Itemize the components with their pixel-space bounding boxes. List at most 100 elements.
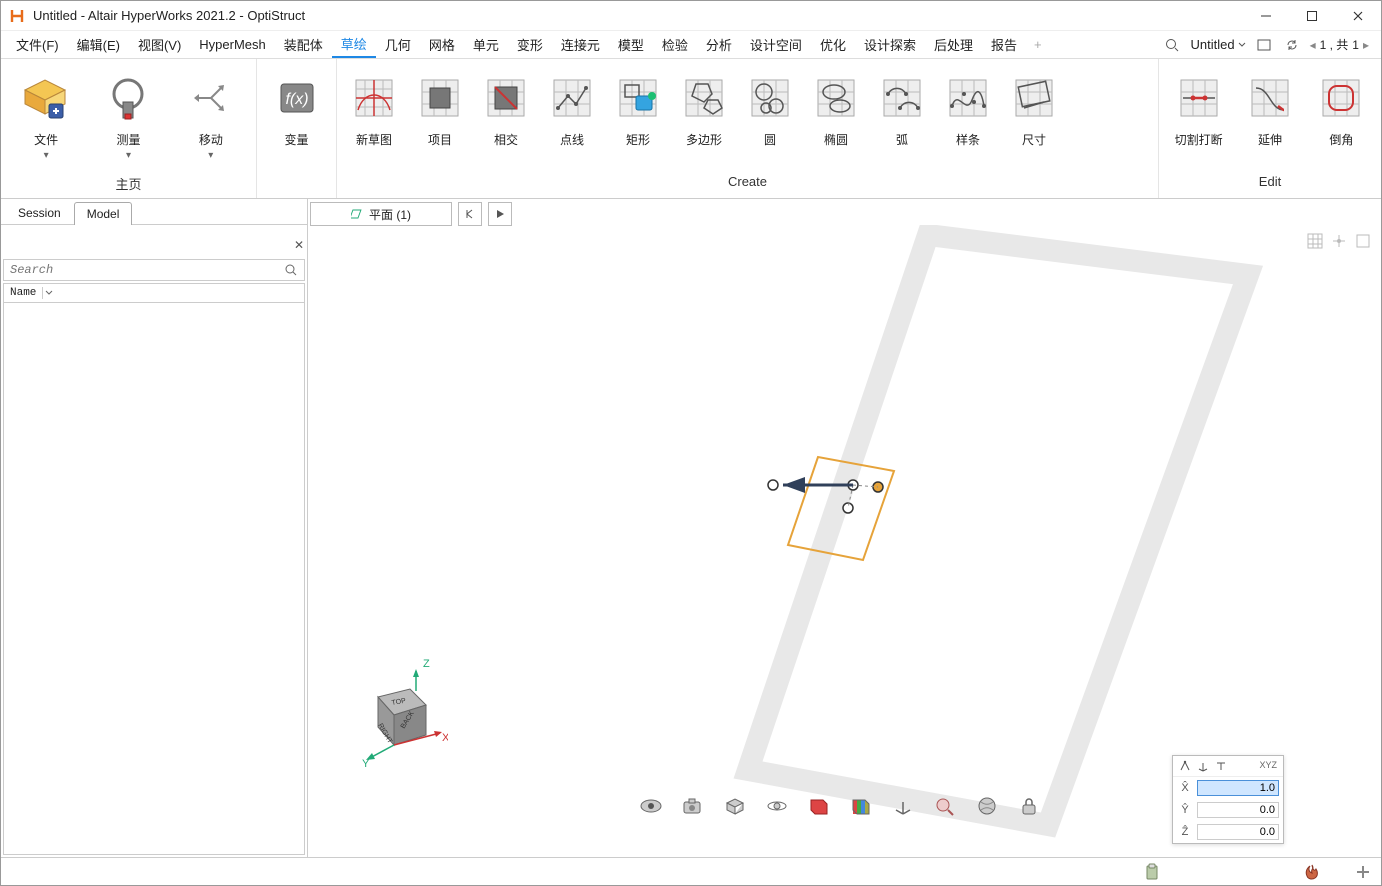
menu-view[interactable]: 视图(V) bbox=[129, 31, 190, 58]
menu-designspace[interactable]: 设计空间 bbox=[741, 31, 811, 58]
view-lock-icon[interactable] bbox=[1016, 793, 1042, 819]
chevron-down-icon bbox=[1238, 41, 1246, 49]
menu-edit[interactable]: 编辑(E) bbox=[68, 31, 129, 58]
app-window: Untitled - Altair HyperWorks 2021.2 - Op… bbox=[0, 0, 1382, 886]
menubar-tab-dropdown[interactable]: Untitled bbox=[1190, 37, 1245, 52]
close-button[interactable] bbox=[1335, 1, 1381, 30]
menu-hypermesh[interactable]: HyperMesh bbox=[190, 31, 274, 58]
ribbon-btn-fillet[interactable]: 倒角 bbox=[1306, 65, 1377, 148]
ribbon-section-home: 文件 ▾ 测量 ▾ 移动 ▾ 主页 bbox=[1, 59, 257, 198]
coord-z-input[interactable] bbox=[1197, 824, 1279, 840]
tab-model[interactable]: Model bbox=[74, 202, 133, 225]
coord-y-input[interactable] bbox=[1197, 802, 1279, 818]
view-camera-icon[interactable] bbox=[680, 793, 706, 819]
menu-post[interactable]: 后处理 bbox=[925, 31, 982, 58]
ribbon-btn-intersect[interactable]: 相交 bbox=[473, 65, 539, 148]
menubar: 文件(F) 编辑(E) 视图(V) HyperMesh 装配体 草绘 几何 网格… bbox=[1, 31, 1381, 59]
ribbon: 文件 ▾ 测量 ▾ 移动 ▾ 主页 f(x) bbox=[1, 59, 1381, 199]
menu-validate[interactable]: 检验 bbox=[653, 31, 697, 58]
tab-session[interactable]: Session bbox=[5, 201, 74, 224]
menu-add-icon[interactable]: + bbox=[1026, 31, 1050, 58]
ribbon-btn-project[interactable]: 项目 bbox=[407, 65, 473, 148]
ribbon-edit-label: Edit bbox=[1163, 174, 1377, 196]
chevron-down-icon[interactable] bbox=[45, 289, 53, 297]
viewport[interactable]: XYZ X̂ Ŷ Ẑ Z TOP RIGHT BACK X bbox=[308, 225, 1381, 857]
view-display-red-icon[interactable] bbox=[806, 793, 832, 819]
page-indicator: ◂ 1 , 共 1 ▸ bbox=[1310, 36, 1369, 53]
sync-icon[interactable] bbox=[1282, 35, 1302, 55]
page-next-icon[interactable]: ▸ bbox=[1363, 38, 1369, 52]
coord-popup: XYZ X̂ Ŷ Ẑ bbox=[1172, 755, 1284, 844]
menu-report[interactable]: 报告 bbox=[982, 31, 1026, 58]
minimize-button[interactable] bbox=[1243, 1, 1289, 30]
plane-icon bbox=[351, 207, 365, 221]
chevron-down-icon: ▾ bbox=[87, 150, 169, 161]
layout-single-icon[interactable] bbox=[1254, 35, 1274, 55]
prompt-play-button[interactable] bbox=[488, 202, 512, 226]
menubar-tab-label: Untitled bbox=[1190, 37, 1234, 52]
plane-mode-icon[interactable] bbox=[1215, 760, 1227, 772]
search-field[interactable] bbox=[3, 259, 305, 281]
ribbon-btn-variable[interactable]: f(x) 变量 bbox=[261, 65, 332, 148]
menu-sketch[interactable]: 草绘 bbox=[332, 31, 376, 58]
menu-morph[interactable]: 变形 bbox=[508, 31, 552, 58]
ribbon-btn-newsketch[interactable]: 新草图 bbox=[341, 65, 407, 148]
search-input[interactable] bbox=[4, 263, 284, 277]
menu-connectors[interactable]: 连接元 bbox=[552, 31, 609, 58]
view-axis-icon[interactable] bbox=[890, 793, 916, 819]
point-mode-icon[interactable] bbox=[1179, 760, 1191, 772]
chevron-down-icon: ▾ bbox=[5, 150, 87, 161]
menu-analyze[interactable]: 分析 bbox=[697, 31, 741, 58]
ribbon-btn-cutbreak[interactable]: 切割打断 bbox=[1163, 65, 1234, 148]
view-texture-icon[interactable] bbox=[974, 793, 1000, 819]
menu-optimize[interactable]: 优化 bbox=[811, 31, 855, 58]
tree-body[interactable] bbox=[3, 303, 305, 855]
ribbon-btn-measure[interactable]: 测量 ▾ bbox=[87, 65, 169, 161]
status-clipboard-icon[interactable] bbox=[1143, 863, 1161, 881]
ribbon-home-label: 主页 bbox=[5, 174, 252, 196]
view-box-icon[interactable] bbox=[722, 793, 748, 819]
prompt-close-icon[interactable]: ✕ bbox=[290, 238, 308, 252]
sketch-plane-graphic bbox=[308, 225, 1381, 845]
ribbon-btn-ellipse[interactable]: 椭圆 bbox=[803, 65, 869, 148]
ribbon-btn-extend[interactable]: 延伸 bbox=[1234, 65, 1305, 148]
menu-geometry[interactable]: 几何 bbox=[376, 31, 420, 58]
prompt-crumb[interactable]: 平面 (1) bbox=[310, 202, 452, 226]
ribbon-section-edit: 切割打断 延伸 倒角 Edit bbox=[1159, 59, 1381, 198]
page-prev-icon[interactable]: ◂ bbox=[1310, 38, 1316, 52]
status-add-icon[interactable] bbox=[1355, 864, 1371, 880]
view-eye-icon[interactable] bbox=[638, 793, 664, 819]
view-cube[interactable]: Z TOP RIGHT BACK X Y bbox=[348, 657, 448, 767]
tree-col-name[interactable]: Name bbox=[4, 287, 43, 299]
search-icon[interactable] bbox=[284, 263, 304, 277]
axis-mode-icon[interactable] bbox=[1197, 760, 1209, 772]
status-fire-icon[interactable] bbox=[1303, 863, 1321, 881]
view-display-rgb-icon[interactable] bbox=[848, 793, 874, 819]
ribbon-btn-pointline[interactable]: 点线 bbox=[539, 65, 605, 148]
ribbon-btn-circle[interactable]: 圆 bbox=[737, 65, 803, 148]
menu-model[interactable]: 模型 bbox=[609, 31, 653, 58]
ribbon-btn-arc[interactable]: 弧 bbox=[869, 65, 935, 148]
menu-assembly[interactable]: 装配体 bbox=[275, 31, 332, 58]
maximize-button[interactable] bbox=[1289, 1, 1335, 30]
view-rotate-icon[interactable] bbox=[764, 793, 790, 819]
ribbon-btn-files[interactable]: 文件 ▾ bbox=[5, 65, 87, 161]
ribbon-btn-move[interactable]: 移动 ▾ bbox=[170, 65, 252, 161]
coord-x-input[interactable] bbox=[1197, 780, 1279, 796]
menubar-search-icon[interactable] bbox=[1162, 35, 1182, 55]
menu-mesh[interactable]: 网格 bbox=[420, 31, 464, 58]
coord-y-label: Ŷ bbox=[1173, 804, 1197, 816]
ribbon-btn-polygon[interactable]: 多边形 bbox=[671, 65, 737, 148]
sidebar-tabs: Session Model bbox=[1, 199, 308, 225]
prompt-prev-button[interactable] bbox=[458, 202, 482, 226]
ribbon-btn-rectangle[interactable]: 矩形 bbox=[605, 65, 671, 148]
svg-text:X: X bbox=[442, 732, 448, 744]
menu-elements[interactable]: 单元 bbox=[464, 31, 508, 58]
view-toolbar bbox=[638, 793, 1042, 819]
view-zoom-icon[interactable] bbox=[932, 793, 958, 819]
ribbon-btn-spline[interactable]: 样条 bbox=[935, 65, 1001, 148]
ribbon-btn-dimension[interactable]: 尺寸 bbox=[1001, 65, 1067, 148]
menu-designexplore[interactable]: 设计探索 bbox=[855, 31, 925, 58]
menu-file[interactable]: 文件(F) bbox=[7, 31, 68, 58]
tree-header: Name bbox=[3, 283, 305, 303]
